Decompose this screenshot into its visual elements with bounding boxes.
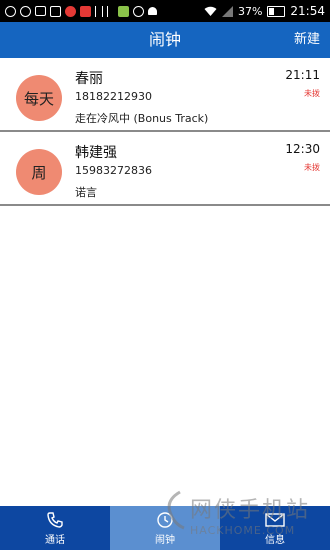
- phone-icon: [46, 511, 64, 529]
- tab-label: 闹钟: [155, 534, 175, 546]
- app-icon: [133, 5, 144, 17]
- page-title: 闹钟: [148, 30, 181, 49]
- bottom-tab-bar: 通话 闹钟 信息: [0, 506, 330, 550]
- repeat-badge: 每天: [16, 75, 62, 121]
- message-icon: [35, 6, 46, 16]
- repeat-badge: 周: [16, 149, 62, 195]
- app-icon: [80, 5, 91, 17]
- battery-icon: [267, 5, 286, 17]
- status-bar: 37% 21:54: [0, 0, 330, 22]
- usb-icon: [95, 5, 103, 17]
- alarm-row[interactable]: 每天 春丽 18182212930 走在冷风中 (Bonus Track) 21…: [0, 60, 330, 132]
- contact-phone: 18182212930: [75, 90, 152, 103]
- ringtone-name: 走在冷风中 (Bonus Track): [75, 112, 209, 125]
- tab-messages[interactable]: 信息: [220, 506, 330, 550]
- app-icon: [65, 5, 76, 17]
- contact-name: 韩建强: [75, 145, 117, 161]
- battery-percent: 37%: [237, 4, 263, 18]
- clock-icon: [156, 511, 174, 529]
- chat-icon: [20, 5, 31, 17]
- status-indicators: 37% 21:54: [204, 0, 325, 22]
- tab-label: 通话: [45, 534, 65, 546]
- android-icon: [148, 7, 157, 15]
- alarm-row[interactable]: 周 韩建强 15983272836 诺言 12:30 未拨: [0, 134, 330, 206]
- envelope-icon: [265, 511, 285, 529]
- call-status: 未拨: [304, 163, 320, 172]
- tab-calls[interactable]: 通话: [0, 506, 110, 550]
- tab-label: 信息: [265, 534, 285, 546]
- tab-alarm[interactable]: 闹钟: [110, 506, 220, 550]
- bluetooth-icon: [107, 5, 114, 17]
- signal-icon: [221, 5, 233, 17]
- media-icon: [50, 5, 61, 17]
- call-status: 未拨: [304, 89, 320, 98]
- alarm-time: 21:11: [285, 68, 320, 82]
- notification-icons: [0, 5, 157, 17]
- new-alarm-button[interactable]: 新建: [294, 22, 320, 58]
- notification-icon: [5, 5, 16, 17]
- ringtone-name: 诺言: [75, 186, 97, 199]
- app-icon: [118, 5, 129, 17]
- wifi-icon: [204, 6, 217, 16]
- contact-name: 春丽: [75, 71, 103, 87]
- alarm-time: 12:30: [285, 142, 320, 156]
- contact-phone: 15983272836: [75, 164, 152, 177]
- app-bar: 闹钟 新建: [0, 22, 330, 58]
- status-time: 21:54: [290, 4, 325, 18]
- alarm-list: 每天 春丽 18182212930 走在冷风中 (Bonus Track) 21…: [0, 58, 330, 208]
